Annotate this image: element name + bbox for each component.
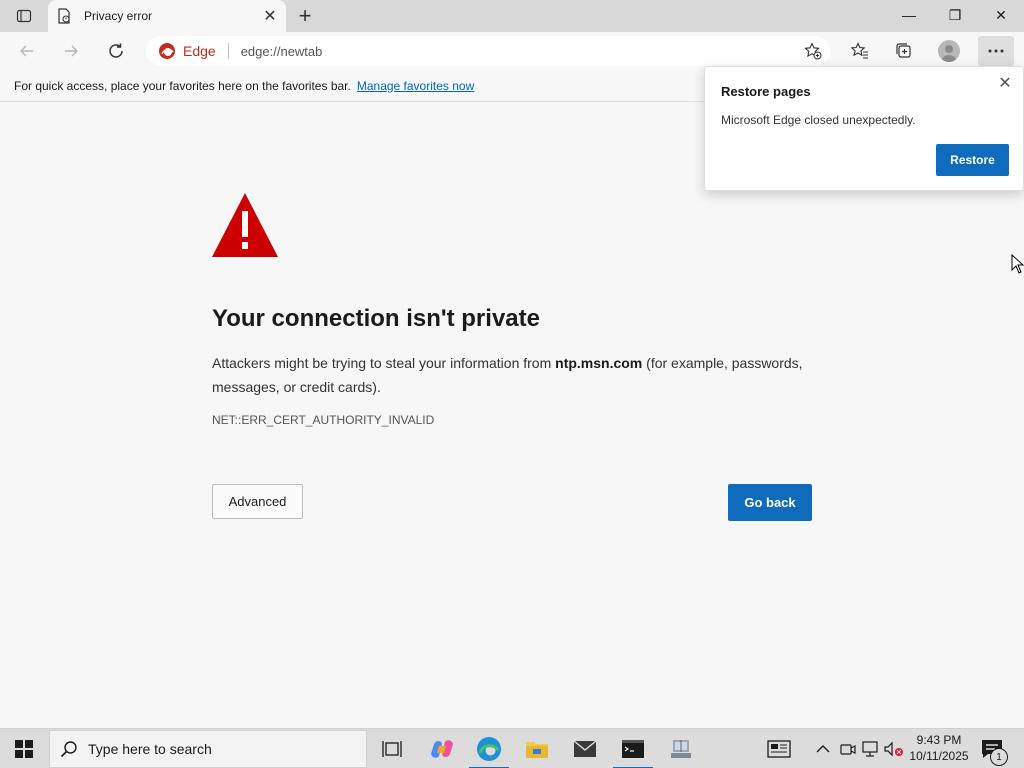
error-host: ntp.msn.com: [555, 355, 643, 371]
copilot-app[interactable]: [418, 729, 466, 768]
error-description: Attackers might be trying to steal your …: [212, 351, 822, 399]
error-desc-prefix: Attackers might be trying to steal your …: [212, 355, 556, 371]
title-bar: Privacy error ✕ + — ❐ ✕: [0, 0, 1024, 32]
settings-more-button[interactable]: [978, 36, 1014, 66]
manage-favorites-link[interactable]: Manage favorites now: [357, 79, 474, 93]
tab-actions-icon: [16, 9, 32, 23]
remote-desktop-icon: [671, 740, 691, 758]
error-code: NET::ERR_CERT_AUTHORITY_INVALID: [212, 413, 435, 427]
show-hidden-icons-chevron-icon[interactable]: [813, 739, 833, 759]
mail-app[interactable]: [561, 729, 609, 768]
page-error-icon: [56, 8, 72, 24]
windows-logo-icon: [15, 740, 33, 758]
profile-avatar: [938, 40, 960, 62]
file-explorer-app[interactable]: [513, 729, 561, 768]
back-button[interactable]: [12, 36, 42, 66]
profile-button[interactable]: [934, 36, 964, 66]
add-favorite-icon[interactable]: [804, 42, 822, 60]
folder-icon: [526, 742, 548, 758]
restore-pages-popup: Restore pages Microsoft Edge closed unex…: [704, 66, 1024, 191]
search-icon: [60, 741, 77, 758]
tab-close-icon[interactable]: ✕: [262, 8, 278, 25]
restore-window-button[interactable]: ❐: [932, 0, 978, 30]
popup-title: Restore pages: [721, 84, 811, 99]
restore-button[interactable]: Restore: [936, 144, 1009, 176]
copilot-icon: [431, 740, 453, 758]
refresh-icon: [109, 43, 123, 58]
popup-close-icon[interactable]: ✕: [997, 75, 1013, 92]
edge-badge-label: Edge: [183, 43, 216, 59]
warning-triangle-icon: [212, 193, 278, 257]
close-window-button[interactable]: ✕: [978, 0, 1024, 30]
remote-desktop-app[interactable]: [657, 729, 705, 768]
mouse-cursor-icon: [1011, 254, 1024, 274]
clock-date: 10/11/2025: [909, 749, 969, 763]
taskbar-clock[interactable]: 9:43 PM 10/11/2025: [906, 732, 972, 764]
popup-message: Microsoft Edge closed unexpectedly.: [721, 113, 916, 127]
edge-logo-icon: [159, 43, 175, 59]
go-back-button[interactable]: Go back: [728, 484, 812, 521]
edge-taskbar-icon: [477, 737, 501, 761]
new-tab-button[interactable]: +: [292, 3, 318, 28]
minimize-button[interactable]: —: [886, 0, 932, 30]
task-view-icon: [382, 741, 402, 757]
tab-title: Privacy error: [84, 9, 153, 23]
terminal-icon: [622, 740, 644, 758]
network-icon[interactable]: [861, 739, 881, 759]
meet-now-icon[interactable]: [838, 739, 858, 759]
favorites-icon: [851, 42, 868, 59]
start-button[interactable]: [0, 729, 48, 768]
edge-badge: Edge: [158, 42, 216, 60]
forward-button[interactable]: [56, 36, 86, 66]
edge-app[interactable]: [465, 729, 513, 768]
forward-arrow-icon: [65, 45, 78, 57]
volume-muted-icon[interactable]: [884, 739, 904, 759]
clock-time: 9:43 PM: [916, 733, 962, 747]
favorites-button[interactable]: [845, 36, 875, 66]
error-page: Your connection isn't private Attackers …: [0, 103, 1024, 728]
error-heading: Your connection isn't private: [212, 305, 540, 332]
refresh-button[interactable]: [101, 36, 131, 66]
mail-icon: [573, 740, 597, 757]
tab-privacy-error[interactable]: Privacy error ✕: [48, 0, 286, 32]
address-bar[interactable]: Edge edge://newtab: [146, 36, 830, 66]
collections-button[interactable]: [889, 36, 919, 66]
taskbar: Type here to search 9:43 PM 10/11/2025 1: [0, 728, 1024, 768]
favorites-bar-hint: For quick access, place your favorites h…: [14, 78, 351, 93]
more-dots-icon: [988, 49, 1004, 53]
notification-count-badge: 1: [990, 748, 1008, 766]
terminal-app[interactable]: [609, 729, 657, 768]
news-widget-icon[interactable]: [766, 739, 792, 759]
task-view-button[interactable]: [368, 729, 416, 768]
advanced-button[interactable]: Advanced: [212, 484, 303, 519]
browser-toolbar: Edge edge://newtab: [0, 32, 1024, 70]
address-url[interactable]: edge://newtab: [241, 44, 323, 59]
tab-actions-button[interactable]: [8, 4, 40, 28]
search-placeholder: Type here to search: [88, 741, 212, 757]
address-separator: [227, 43, 229, 59]
collections-icon: [896, 43, 911, 58]
taskbar-search-box[interactable]: Type here to search: [49, 730, 367, 768]
back-arrow-icon: [20, 45, 33, 57]
